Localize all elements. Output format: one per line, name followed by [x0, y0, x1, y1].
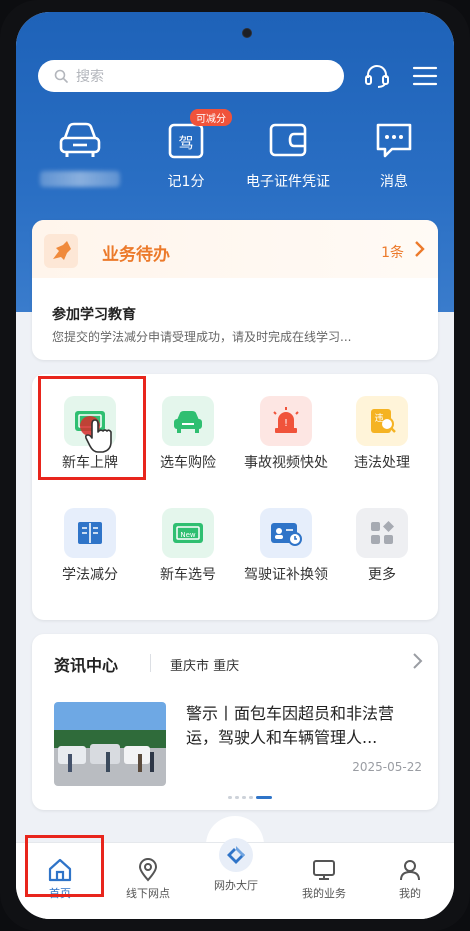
tab-my-business[interactable]: 我的业务 [284, 855, 364, 901]
service-more[interactable]: 更多 [336, 508, 428, 585]
quick-item-label: 消息 [380, 174, 408, 190]
service-plate-select[interactable]: New 新车选号 [142, 508, 234, 585]
quick-item-vehicle[interactable] [30, 117, 130, 187]
study-book-icon [64, 508, 116, 558]
quick-actions: 驾 可减分 记1分 电子证件凭证 消息 [16, 109, 454, 207]
todo-header [32, 220, 438, 278]
service-label: 学法减分 [62, 567, 118, 583]
car-icon [56, 117, 104, 163]
service-label: 违法处理 [354, 455, 410, 471]
license-icon: 驾 可减分 [162, 109, 232, 163]
tab-online-hall[interactable]: 网办大厅 [196, 838, 276, 893]
search-placeholder: 搜索 [76, 69, 104, 85]
monitor-icon [284, 855, 364, 885]
search-input[interactable]: 搜索 [38, 60, 344, 92]
service-label: 事故视频快处 [244, 455, 328, 471]
service-violation[interactable]: 违 违法处理 [336, 396, 428, 473]
todo-pin-icon [44, 234, 78, 268]
service-label: 新车选号 [160, 567, 216, 583]
todo-title: 业务待办 [102, 245, 170, 265]
todo-card[interactable]: 业务待办 1条 参加学习教育 您提交的学法减分申请受理成功，请及时完成在线学习.… [32, 220, 438, 360]
todo-item-title: 参加学习教育 [52, 307, 136, 323]
wallet-icon [264, 117, 312, 163]
svg-text:!: ! [284, 418, 288, 429]
news-thumbnail[interactable] [54, 702, 166, 786]
service-car-insurance[interactable]: 选车购险 [142, 396, 234, 473]
reduce-points-badge: 可减分 [190, 109, 232, 126]
highlight-box-home-tab [25, 835, 104, 897]
location-pin-icon [108, 855, 188, 885]
quick-item-e-certificate[interactable]: 电子证件凭证 [238, 117, 338, 191]
user-icon [370, 855, 450, 885]
news-heading: 资讯中心 [54, 656, 119, 675]
message-icon [370, 117, 418, 163]
tab-offline-outlets[interactable]: 线下网点 [108, 855, 188, 901]
service-accident-video[interactable]: ! 事故视频快处 [240, 396, 332, 473]
news-center-card: 资讯中心 重庆市 重庆 警示丨面包车因超员和非法营运，驾驶人和车辆管理人... … [32, 634, 438, 810]
blurred-plate-number [40, 171, 120, 187]
more-grid-icon [356, 508, 408, 558]
quick-item-points[interactable]: 驾 可减分 记1分 [136, 109, 236, 191]
news-title[interactable]: 警示丨面包车因超员和非法营运，驾驶人和车辆管理人... [186, 702, 422, 750]
tab-label: 我的业务 [302, 887, 346, 900]
chevron-right-icon[interactable] [414, 240, 426, 262]
todo-count[interactable]: 1条 [381, 242, 404, 262]
news-location[interactable]: 重庆市 重庆 [170, 655, 239, 674]
service-study-reduce[interactable]: 学法减分 [44, 508, 136, 585]
tab-label: 我的 [399, 887, 421, 900]
plate-select-icon: New [162, 508, 214, 558]
quick-item-messages[interactable]: 消息 [344, 117, 444, 191]
chevron-right-icon[interactable] [412, 652, 424, 674]
search-icon [54, 69, 68, 83]
service-label: 驾驶证补换领 [244, 567, 328, 583]
tab-label: 线下网点 [126, 887, 170, 900]
tab-me[interactable]: 我的 [370, 855, 450, 901]
service-label: 更多 [368, 567, 396, 583]
accident-alarm-icon: ! [260, 396, 312, 446]
service-license-renew[interactable]: 驾驶证补换领 [240, 508, 332, 585]
divider [150, 654, 151, 672]
front-camera [242, 28, 252, 38]
headset-icon[interactable] [360, 60, 394, 92]
online-hall-icon [196, 833, 276, 877]
carousel-indicator [228, 796, 272, 799]
car-insurance-icon [162, 396, 214, 446]
news-date: 2025-05-22 [352, 760, 422, 774]
tab-label: 网办大厅 [214, 879, 258, 892]
todo-item-desc: 您提交的学法减分申请受理成功，请及时完成在线学习... [52, 330, 352, 344]
quick-item-label: 电子证件凭证 [246, 174, 330, 190]
service-label: 选车购险 [160, 455, 216, 471]
violation-icon: 违 [356, 396, 408, 446]
svg-text:违: 违 [374, 413, 383, 424]
menu-icon[interactable] [408, 60, 442, 92]
svg-text:驾: 驾 [178, 134, 193, 152]
svg-text:New: New [180, 531, 196, 539]
hand-pointer-icon [76, 412, 120, 460]
license-renew-icon [260, 508, 312, 558]
quick-item-label: 记1分 [167, 174, 205, 190]
